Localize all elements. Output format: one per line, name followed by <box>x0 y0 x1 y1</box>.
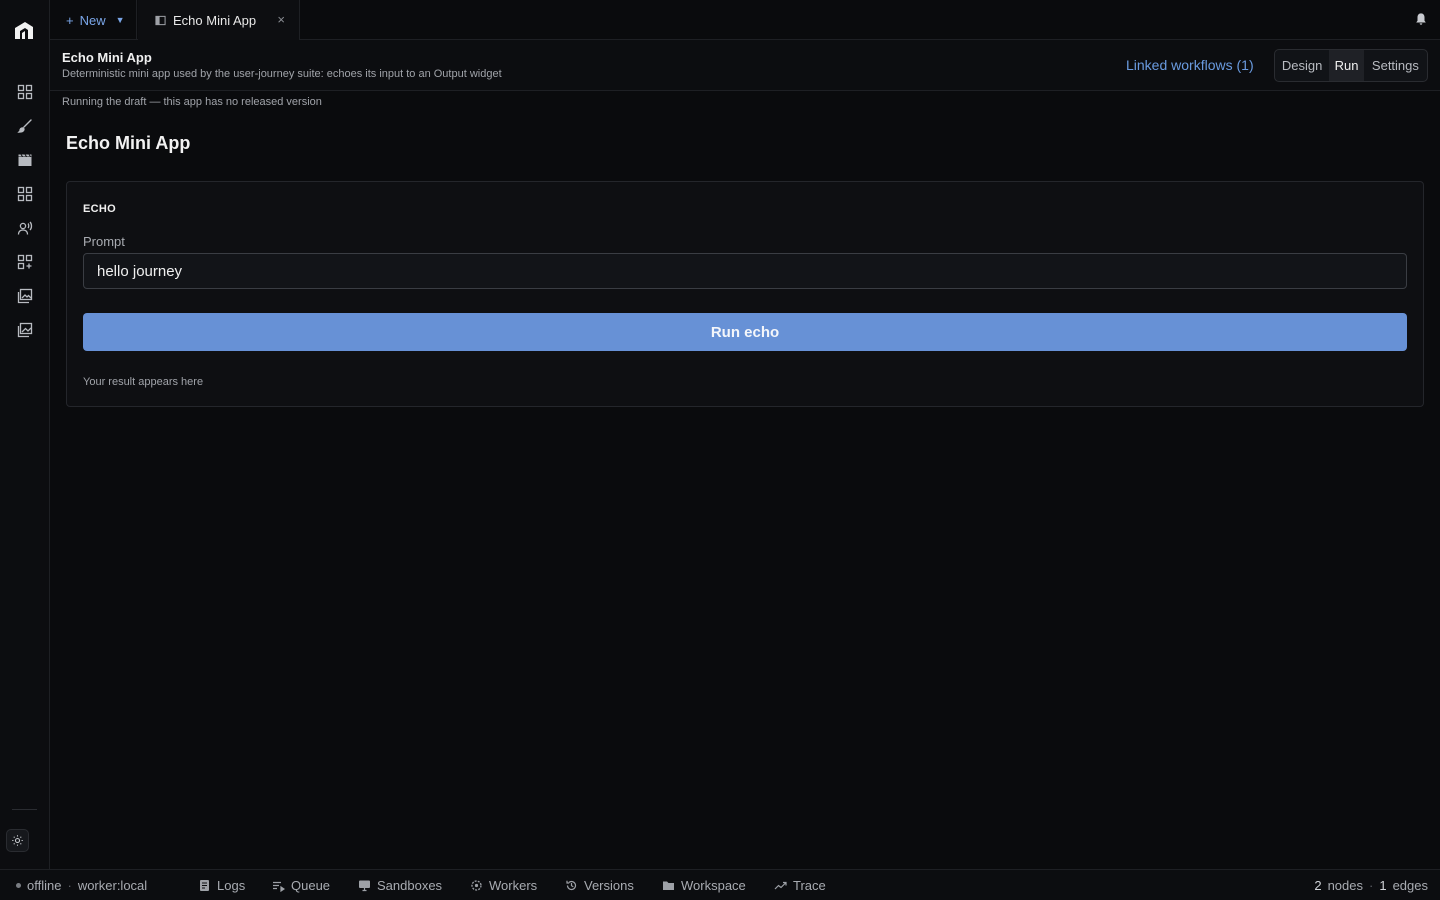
sun-icon <box>12 835 23 846</box>
graph-stats: 2 nodes · 1 edges <box>1314 878 1428 893</box>
edges-label: edges <box>1392 878 1428 893</box>
mode-design-button[interactable]: Design <box>1275 50 1329 81</box>
separator-dot: · <box>67 878 72 893</box>
statusbar-workers[interactable]: Workers <box>470 878 537 893</box>
statusbar-queue[interactable]: Queue <box>272 878 330 893</box>
tab-echo-mini-app[interactable]: Echo Mini App × <box>138 0 300 40</box>
sandboxes-label: Sandboxes <box>377 878 443 893</box>
app-header: Echo Mini App Deterministic mini app use… <box>50 40 1440 91</box>
echo-card: ECHO Prompt Run echo Your result appears… <box>66 181 1424 407</box>
statusbar-logs[interactable]: Logs <box>198 878 245 893</box>
add-app-icon[interactable] <box>13 250 37 274</box>
queue-label: Queue <box>291 878 331 893</box>
history-icon <box>566 880 577 891</box>
tab-label: Echo Mini App <box>173 12 257 28</box>
connection-label: offline <box>27 878 62 893</box>
logs-label: Logs <box>217 878 246 893</box>
linked-workflows-link[interactable]: Linked workflows (1) <box>1126 57 1254 73</box>
connection-status: offline · worker:local <box>16 878 147 893</box>
trend-line-icon <box>774 881 787 890</box>
close-tab-icon[interactable]: × <box>277 12 285 27</box>
apps-grid-icon[interactable] <box>13 182 37 206</box>
left-rail <box>0 0 50 869</box>
app-description: Deterministic mini app used by the user-… <box>62 68 502 80</box>
draft-notice: Running the draft — this app has no rele… <box>62 96 322 108</box>
statusbar-workspace[interactable]: Workspace <box>662 878 746 893</box>
app-logo-icon[interactable] <box>12 18 36 42</box>
page-title: Echo Mini App <box>66 133 191 153</box>
theme-toggle-button[interactable] <box>6 829 29 852</box>
workspace-label: Workspace <box>681 878 746 893</box>
monitor-icon <box>359 880 370 892</box>
statusbar-versions[interactable]: Versions <box>565 878 634 893</box>
gear-icon <box>471 880 482 891</box>
panel-icon <box>155 15 166 25</box>
new-tab-label: New <box>79 12 106 28</box>
workers-label: Workers <box>489 878 538 893</box>
home-grid-icon[interactable] <box>13 80 37 104</box>
voice-user-icon[interactable] <box>13 216 37 240</box>
statusbar-sandboxes[interactable]: Sandboxes <box>358 878 442 893</box>
separator-dot: · <box>1369 878 1374 893</box>
card-heading: ECHO <box>83 203 116 215</box>
mode-switcher: Design Run Settings <box>1274 49 1428 82</box>
app-title: Echo Mini App <box>62 50 152 65</box>
nodes-label: nodes <box>1327 878 1363 893</box>
statusbar-trace[interactable]: Trace <box>774 878 826 893</box>
worker-label: worker:local <box>77 878 148 893</box>
trace-label: Trace <box>793 878 826 893</box>
status-dot-icon <box>16 883 21 888</box>
clapperboard-icon[interactable] <box>13 148 37 172</box>
gallery-stack-icon[interactable] <box>13 318 37 342</box>
versions-label: Versions <box>584 878 634 893</box>
notification-bell-icon[interactable] <box>1414 12 1430 28</box>
rail-divider <box>12 809 37 810</box>
status-bar: offline · worker:local Logs Queue Sandbo… <box>0 869 1440 900</box>
new-tab-button[interactable]: + New ▼ <box>50 0 137 40</box>
image-gallery-icon[interactable] <box>13 284 37 308</box>
folder-icon <box>663 881 674 890</box>
brush-icon[interactable] <box>13 114 37 138</box>
run-echo-button[interactable]: Run echo <box>83 313 1407 351</box>
mode-run-button[interactable]: Run <box>1329 50 1364 81</box>
edges-count: 1 <box>1379 878 1387 893</box>
nodes-count: 2 <box>1314 878 1322 893</box>
result-placeholder: Your result appears here <box>83 376 204 388</box>
prompt-input[interactable] <box>83 253 1407 289</box>
mode-settings-button[interactable]: Settings <box>1364 50 1427 81</box>
caret-down-icon: ▼ <box>115 15 125 25</box>
logs-icon <box>200 880 209 891</box>
tab-bar: + New ▼ Echo Mini App × <box>50 0 1440 40</box>
queue-icon <box>273 881 285 892</box>
plus-icon: + <box>66 12 74 28</box>
prompt-label: Prompt <box>83 234 125 249</box>
